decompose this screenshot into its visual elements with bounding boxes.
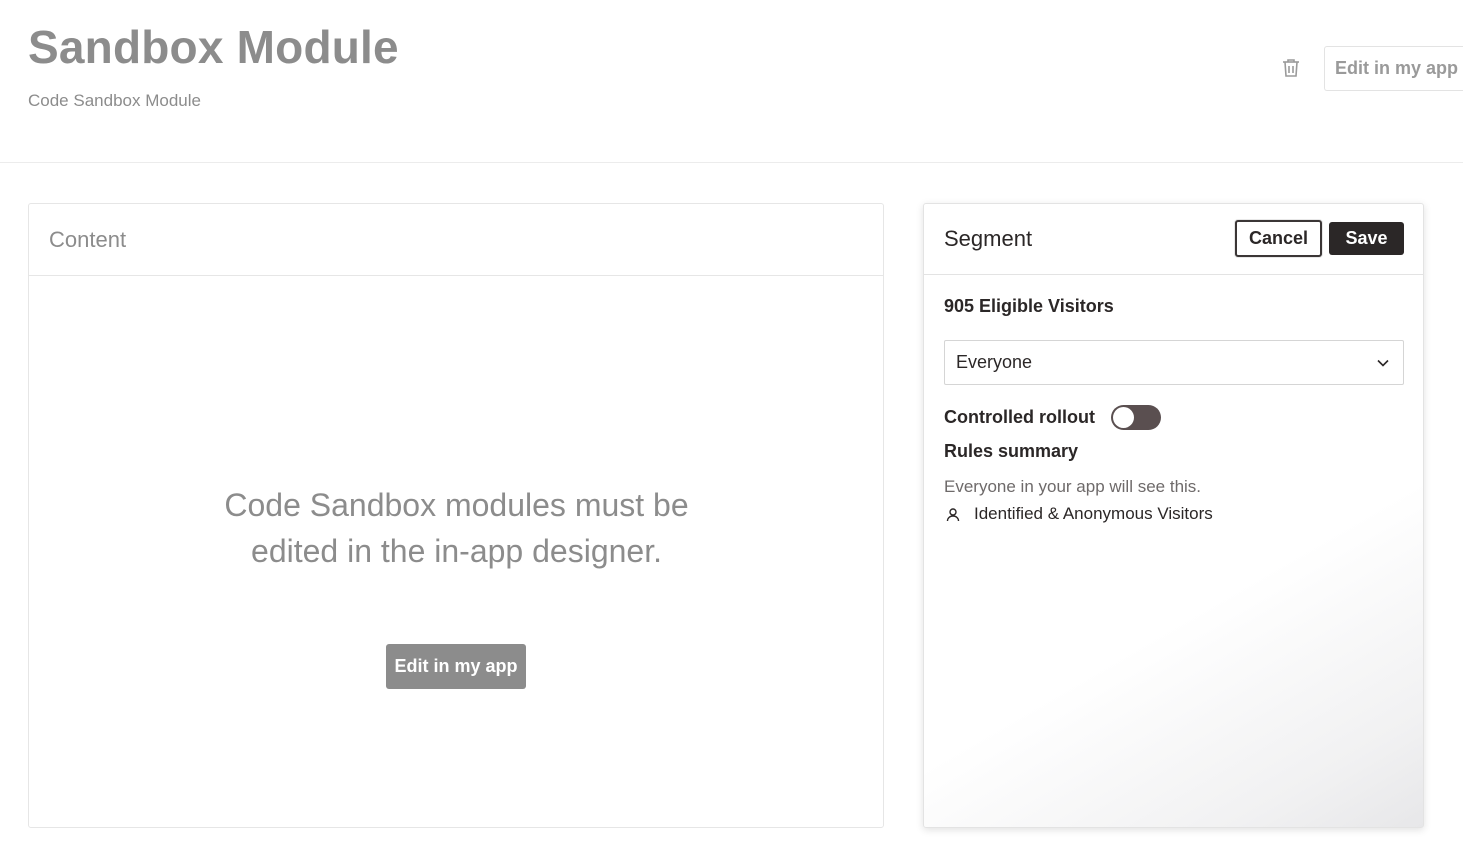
visitor-type-label: Identified & Anonymous Visitors: [974, 504, 1213, 523]
segment-select[interactable]: Everyone: [944, 340, 1404, 385]
segment-panel-title: Segment: [944, 226, 1033, 251]
person-icon: [944, 505, 962, 523]
visitor-type-row: Identified & Anonymous Visitors: [944, 504, 1213, 524]
content-panel-title: Content: [49, 226, 127, 252]
eligible-visitors-count: 905 Eligible Visitors: [944, 296, 1114, 316]
save-button[interactable]: Save: [1329, 222, 1404, 255]
rules-summary-label: Rules summary: [944, 441, 1079, 461]
page-title: Sandbox Module: [28, 21, 399, 73]
content-panel: Content Code Sandbox modules must be edi…: [28, 203, 884, 828]
chevron-down-icon: [1377, 359, 1389, 367]
delete-button[interactable]: [1276, 53, 1306, 83]
toggle-knob: [1113, 407, 1134, 428]
rules-summary-text: Everyone in your app will see this.: [944, 477, 1202, 496]
page: Sandbox Module Code Sandbox Module Edit …: [0, 0, 1463, 852]
page-header: Sandbox Module Code Sandbox Module Edit …: [0, 0, 1463, 163]
segment-select-value: Everyone: [956, 352, 1033, 372]
controlled-rollout-label: Controlled rollout: [944, 407, 1095, 427]
controlled-rollout-toggle[interactable]: [1111, 405, 1161, 430]
edit-in-app-header-button[interactable]: Edit in my app: [1324, 46, 1463, 91]
segment-panel: Segment Cancel Save 905 Eligible Visitor…: [923, 203, 1424, 828]
content-empty-message: Code Sandbox modules must be edited in t…: [224, 487, 689, 569]
edit-in-app-button[interactable]: Edit in my app: [386, 644, 526, 689]
segment-panel-header: Segment Cancel Save: [924, 204, 1423, 275]
trash-icon: [1283, 59, 1299, 77]
cancel-button[interactable]: Cancel: [1235, 220, 1322, 257]
page-subtitle: Code Sandbox Module: [28, 91, 201, 110]
content-panel-header: Content: [29, 204, 883, 276]
